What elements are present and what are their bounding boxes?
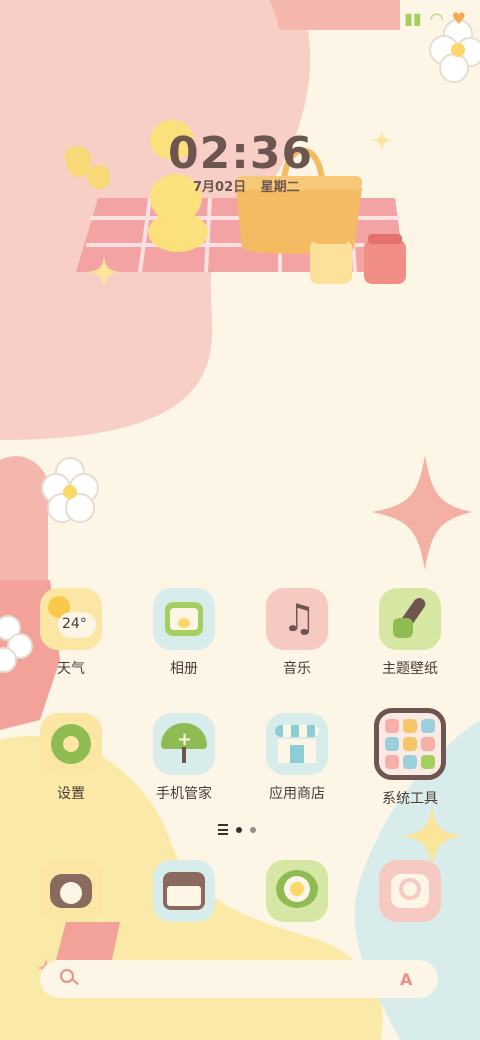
wifi-icon: ◠ xyxy=(429,8,444,28)
browser-icon xyxy=(266,860,328,922)
shop-icon xyxy=(266,713,328,775)
app-label: 应用商店 xyxy=(269,786,325,802)
search-bar[interactable]: A xyxy=(40,960,438,998)
app-music[interactable]: ♫ 音乐 xyxy=(252,588,342,678)
messages-icon xyxy=(153,860,215,922)
clock-date: 7月02日 星期二 xyxy=(193,180,300,195)
clock-time: 02:36 xyxy=(168,128,314,179)
app-gallery[interactable]: 相册 xyxy=(139,588,229,678)
search-icon-handle xyxy=(72,978,79,986)
gear-icon xyxy=(40,713,102,775)
signal-icon: ▮▮ xyxy=(404,8,422,28)
page-dot xyxy=(250,826,256,833)
app-phone-manager[interactable]: + 手机管家 xyxy=(139,713,229,803)
bell-icon: ♥ xyxy=(451,8,466,28)
app-label: 相册 xyxy=(170,661,198,677)
gallery-icon xyxy=(153,588,215,650)
menu-lines-icon xyxy=(218,824,228,835)
umbrella-icon: + xyxy=(153,713,215,775)
dock-phone[interactable] xyxy=(26,860,116,922)
app-label: 手机管家 xyxy=(156,786,212,802)
weather-icon: 24° xyxy=(40,588,102,650)
app-themes[interactable]: 主题壁纸 xyxy=(365,588,455,678)
app-label: 系统工具 xyxy=(382,791,438,807)
status-bar: ▮▮ ◠ ♥ xyxy=(404,6,466,30)
camera-icon xyxy=(379,860,441,922)
app-label: 主题壁纸 xyxy=(382,661,438,677)
app-label: 设置 xyxy=(57,786,85,802)
assistant-icon[interactable]: A xyxy=(400,970,412,989)
folder-icon xyxy=(374,708,446,780)
phone-icon xyxy=(40,860,102,922)
paint-brush-icon xyxy=(379,588,441,650)
app-system-tools[interactable]: 系统工具 xyxy=(365,708,455,808)
app-weather[interactable]: 24° 天气 xyxy=(26,588,116,678)
page-dot xyxy=(236,826,242,833)
dock-browser[interactable] xyxy=(252,860,342,922)
page-indicator[interactable] xyxy=(218,824,256,835)
app-label: 音乐 xyxy=(283,661,311,677)
app-settings[interactable]: 设置 xyxy=(26,713,116,803)
music-note-icon: ♫ xyxy=(266,588,328,650)
app-label: 天气 xyxy=(57,661,85,677)
search-icon xyxy=(60,969,74,983)
app-store[interactable]: 应用商店 xyxy=(252,713,342,803)
dock-camera[interactable] xyxy=(365,860,455,922)
dock-messages[interactable] xyxy=(139,860,229,922)
weather-temperature: 24° xyxy=(62,616,87,632)
